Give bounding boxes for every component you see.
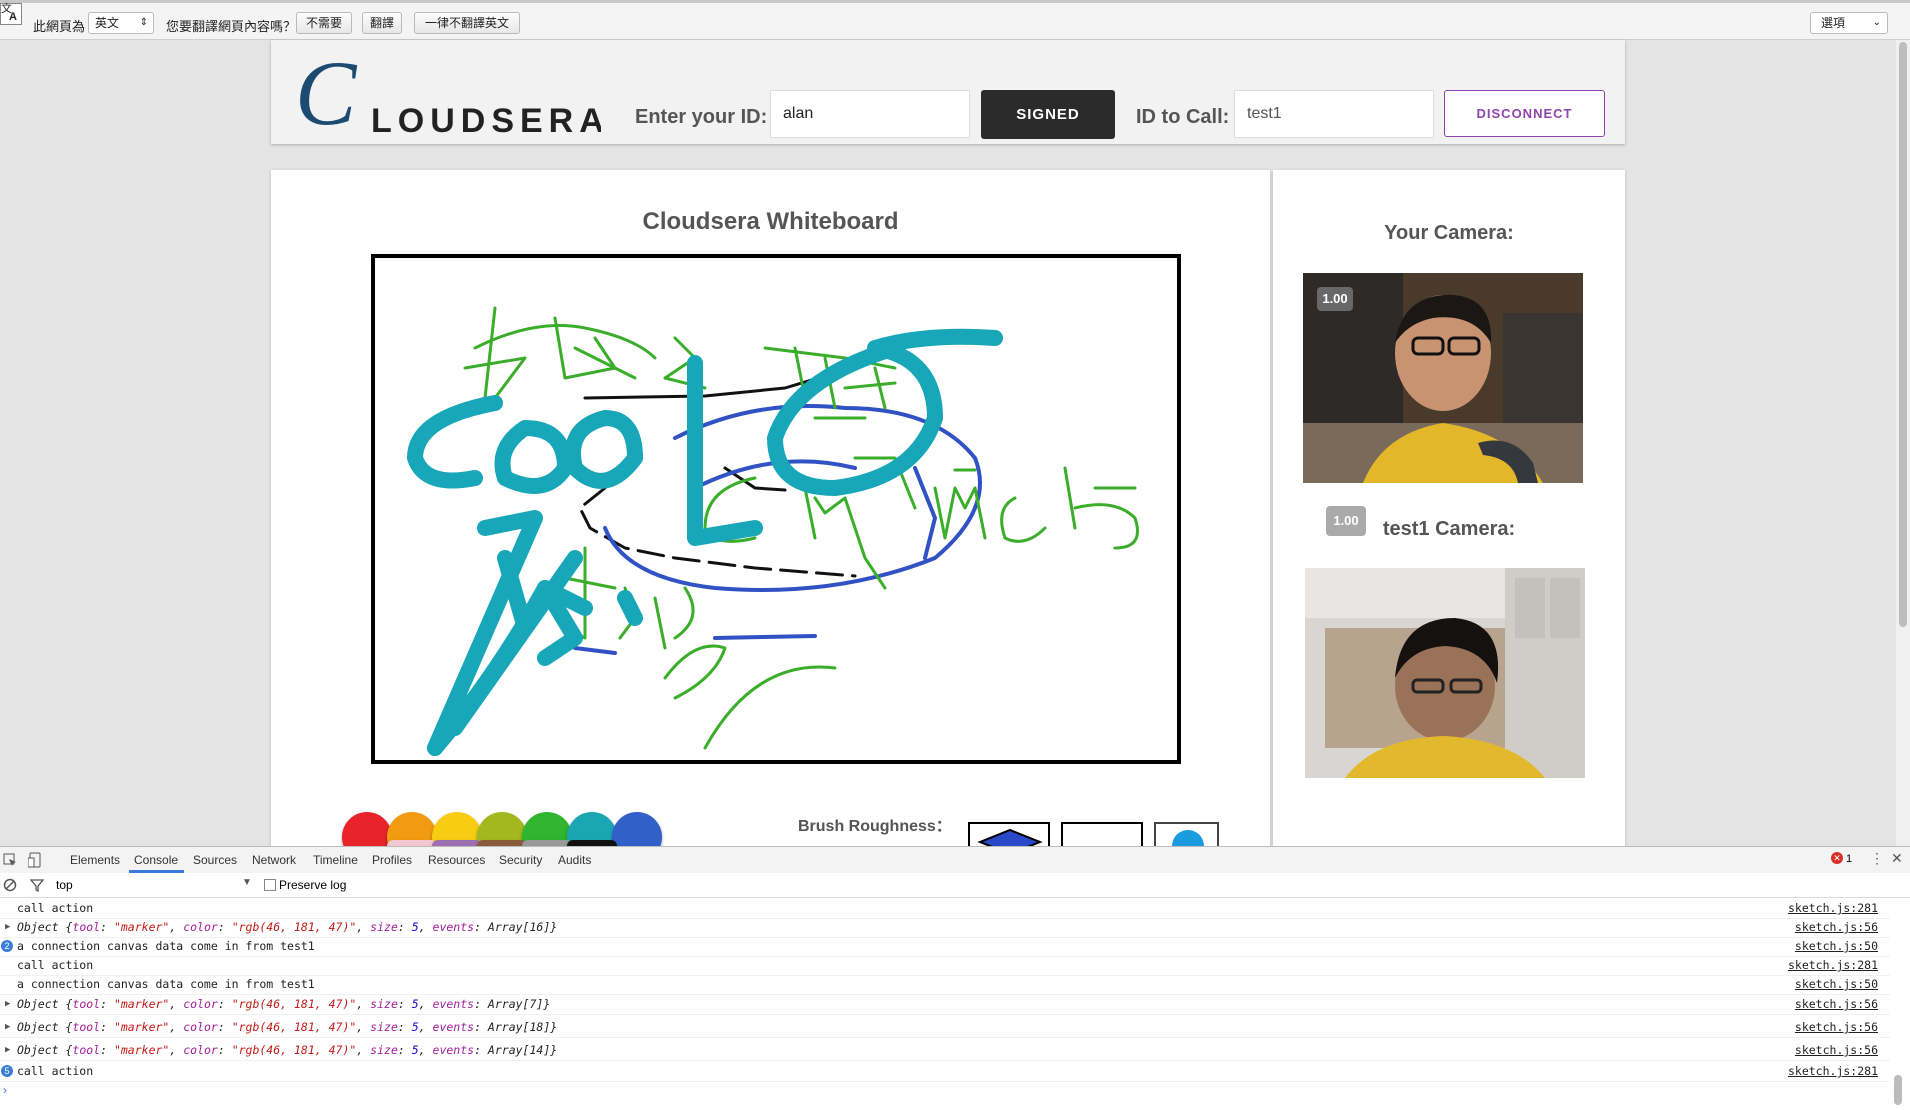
remote-camera-title: test1 Camera: <box>1382 518 1516 540</box>
brush-roughness-label: Brush Roughness： <box>798 818 952 835</box>
call-id-input[interactable]: test1 <box>1234 90 1434 138</box>
context-select[interactable]: top <box>56 878 73 892</box>
log-source-link[interactable]: sketch.js:281 <box>1788 1062 1878 1081</box>
log-source-link[interactable]: sketch.js:50 <box>1795 937 1878 956</box>
preserve-log-label: Preserve log <box>279 878 347 892</box>
log-entry: a connection canvas data come in from te… <box>0 975 1890 995</box>
options-select[interactable]: 選項 ⌄ <box>1810 12 1888 34</box>
your-zoom-badge: 1.00 <box>1317 287 1353 311</box>
devtools-tabbar: Elements Console Sources Network Timelin… <box>0 847 1910 874</box>
whiteboard-title: Cloudsera Whiteboard <box>642 208 899 235</box>
tab-sources[interactable]: Sources <box>193 853 237 867</box>
context-dropdown-icon[interactable]: ▼ <box>242 877 252 888</box>
drawing <box>407 306 1139 756</box>
log-entry: 5 call action sketch.js:281 <box>0 1062 1890 1082</box>
signed-button[interactable]: SIGNED <box>981 90 1115 139</box>
clear-console-icon[interactable] <box>3 878 17 892</box>
logo-text: LOUDSERA <box>371 102 601 138</box>
no-translate-button[interactable]: 不需要 <box>296 12 352 34</box>
enter-id-label: Enter your ID: <box>635 106 768 128</box>
console-scroll-thumb[interactable] <box>1894 1075 1902 1105</box>
log-entry: call action sketch.js:281 <box>0 899 1890 919</box>
tab-audits[interactable]: Audits <box>558 853 591 867</box>
cloudsera-logo: C LOUDSERA <box>291 42 604 144</box>
whiteboard-panel: Cloudsera Whiteboard Brush Roughness： <box>271 170 1270 862</box>
log-message: call action <box>17 958 94 972</box>
devtools-panel: Elements Console Sources Network Timelin… <box>0 846 1910 1110</box>
remote-camera-feed <box>1305 568 1585 778</box>
close-devtools-icon[interactable]: ✕ <box>1891 850 1903 867</box>
log-object[interactable]: Object {tool: "marker", color: "rgb(46, … <box>17 1041 557 1060</box>
log-entry: ▶ Object {tool: "marker", color: "rgb(46,… <box>0 995 1890 1015</box>
tab-profiles[interactable]: Profiles <box>372 853 412 867</box>
logo-c: C <box>295 52 358 138</box>
log-entry: call action sketch.js:281 <box>0 956 1890 976</box>
log-object[interactable]: Object {tool: "marker", color: "rgb(46, … <box>17 995 550 1014</box>
page-language-label: 此網頁為 <box>33 19 86 34</box>
page-scrollbar[interactable] <box>1896 40 1910 846</box>
log-object[interactable]: Object {tool: "marker", color: "rgb(46, … <box>17 1018 557 1037</box>
device-mode-icon[interactable] <box>28 852 42 868</box>
language-select-value: 英文 <box>95 16 120 30</box>
log-object[interactable]: Object {tool: "marker", color: "rgb(46, … <box>17 918 557 937</box>
tab-console[interactable]: Console <box>134 853 178 867</box>
log-entry: ▶ Object {tool: "marker", color: "rgb(46,… <box>0 1018 1890 1038</box>
log-source-link[interactable]: sketch.js:281 <box>1788 956 1878 975</box>
log-message: call action <box>17 901 94 915</box>
translate-bar: 文A 此網頁為 英文 ⇕ 您要翻譯網頁內容嗎？ 不需要 翻譯 一律不翻譯英文 選項… <box>0 0 1910 40</box>
log-source-link[interactable]: sketch.js:56 <box>1795 995 1878 1014</box>
remote-camera-video[interactable] <box>1305 568 1585 778</box>
expand-triangle-icon[interactable]: ▶ <box>5 918 10 937</box>
expand-triangle-icon[interactable]: ▶ <box>5 995 10 1014</box>
log-message: a connection canvas data come in from te… <box>17 939 315 953</box>
updown-icon: ⇕ <box>139 17 148 28</box>
options-label: 選項 <box>1821 16 1846 30</box>
whiteboard-canvas[interactable] <box>371 254 1181 764</box>
language-select[interactable]: 英文 ⇕ <box>88 12 154 34</box>
filter-icon[interactable] <box>30 878 44 892</box>
repeat-count-badge: 5 <box>1 1065 13 1077</box>
chevron-down-icon: ⌄ <box>1872 17 1881 28</box>
console-prompt-icon[interactable]: › <box>3 1083 7 1097</box>
tab-network[interactable]: Network <box>252 853 296 867</box>
log-message: call action <box>17 1064 94 1078</box>
log-source-link[interactable]: sketch.js:56 <box>1795 1018 1878 1037</box>
log-message: a connection canvas data come in from te… <box>17 977 315 991</box>
your-camera-title: Your Camera: <box>1384 222 1514 244</box>
inspect-icon[interactable] <box>3 853 17 867</box>
log-source-link[interactable]: sketch.js:56 <box>1795 918 1878 937</box>
page-scroll-thumb[interactable] <box>1899 42 1907 627</box>
log-entry: ▶ Object {tool: "marker", color: "rgb(46,… <box>0 918 1890 938</box>
never-translate-button[interactable]: 一律不翻譯英文 <box>414 12 520 34</box>
log-source-link[interactable]: sketch.js:56 <box>1795 1041 1878 1060</box>
error-count: 1 <box>1846 853 1853 865</box>
translate-icon: 文A <box>0 3 22 25</box>
translate-button[interactable]: 翻譯 <box>362 12 402 34</box>
error-icon[interactable]: ✕ <box>1831 852 1843 864</box>
tab-elements[interactable]: Elements <box>70 853 120 867</box>
log-source-link[interactable]: sketch.js:50 <box>1795 975 1878 994</box>
log-entry: 2 a connection canvas data come in from t… <box>0 937 1890 957</box>
more-menu-icon[interactable]: ⋮ <box>1870 850 1884 867</box>
expand-triangle-icon[interactable]: ▶ <box>5 1018 10 1037</box>
camera-panel: Your Camera: 1.00 1.00 test1 Camera: <box>1273 170 1625 846</box>
console-filter-bar: top ▼ Preserve log <box>0 873 1910 898</box>
user-id-input[interactable]: alan <box>770 90 970 138</box>
expand-triangle-icon[interactable]: ▶ <box>5 1041 10 1060</box>
log-source-link[interactable]: sketch.js:281 <box>1788 899 1878 918</box>
tab-timeline[interactable]: Timeline <box>313 853 358 867</box>
repeat-count-badge: 2 <box>1 940 13 952</box>
translate-question: 您要翻譯網頁內容嗎？ <box>166 19 297 34</box>
tab-resources[interactable]: Resources <box>428 853 485 867</box>
tab-security[interactable]: Security <box>499 853 542 867</box>
id-to-call-label: ID to Call: <box>1136 106 1230 128</box>
log-entry: ▶ Object {tool: "marker", color: "rgb(46,… <box>0 1041 1890 1061</box>
your-camera-video[interactable]: 1.00 <box>1303 273 1583 483</box>
disconnect-button[interactable]: DISCONNECT <box>1444 90 1605 137</box>
preserve-log-checkbox[interactable] <box>264 879 276 891</box>
header-card: C LOUDSERA Enter your ID: alan SIGNED ID… <box>271 40 1625 144</box>
